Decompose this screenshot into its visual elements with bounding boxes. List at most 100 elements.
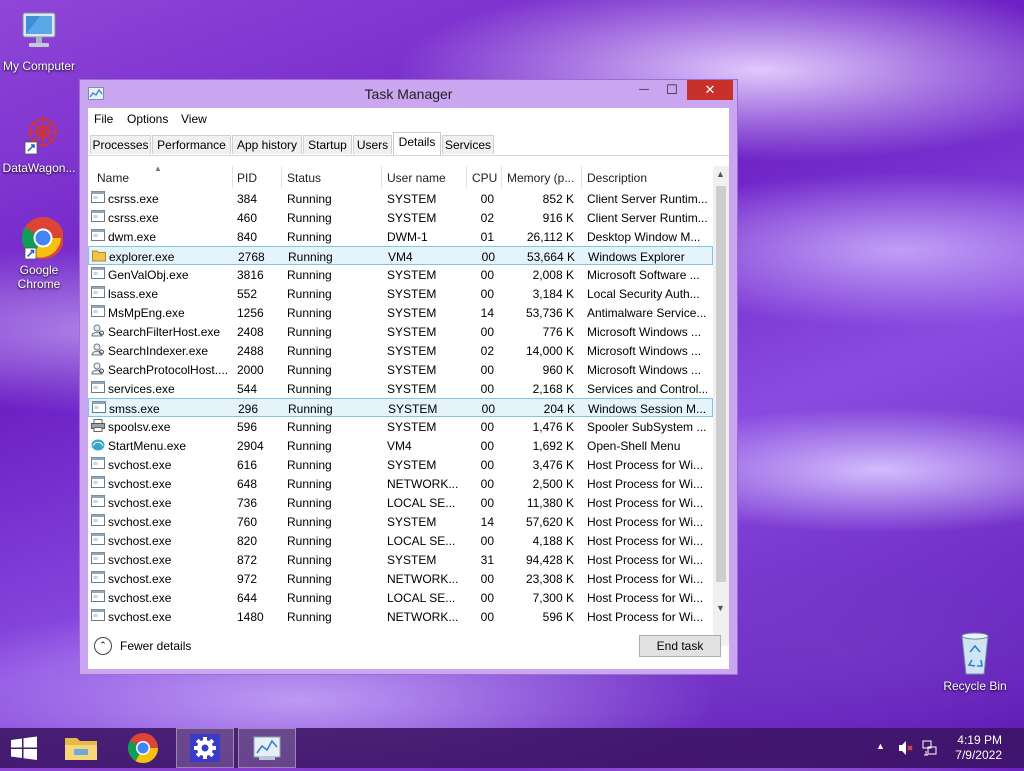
column-divider[interactable]: [501, 166, 502, 188]
generic-exe-icon: [91, 229, 105, 242]
taskbar-task-manager[interactable]: [238, 728, 296, 768]
tab-processes[interactable]: Processes: [90, 135, 151, 154]
taskbar-file-explorer[interactable]: [52, 728, 110, 768]
process-pid: 820: [237, 534, 258, 548]
desktop-icon-my-computer[interactable]: My Computer: [0, 10, 78, 73]
printer-icon: [91, 419, 105, 432]
vertical-scrollbar[interactable]: ▲ ▼: [713, 166, 729, 646]
system-clock[interactable]: 4:19 PM 7/9/2022: [955, 733, 1002, 763]
table-row[interactable]: svchost.exe 616 Running SYSTEM 00 3,476 K Host…: [88, 455, 713, 474]
table-row[interactable]: svchost.exe 1480 Running NETWORK... 00 596 K H…: [88, 607, 713, 626]
table-row[interactable]: smss.exe 296 Running SYSTEM 00 204 K Windows S…: [88, 398, 713, 417]
process-memory: 3,476 K: [532, 458, 574, 472]
table-row[interactable]: svchost.exe 760 Running SYSTEM 14 57,620 K Hos…: [88, 512, 713, 531]
start-button[interactable]: [0, 728, 48, 768]
column-divider[interactable]: [581, 166, 582, 188]
column-divider[interactable]: [232, 166, 233, 188]
table-row[interactable]: GenValObj.exe 3816 Running SYSTEM 00 2,008 K M…: [88, 265, 713, 284]
minimize-button[interactable]: —: [631, 80, 657, 100]
process-pid: 972: [237, 572, 258, 586]
column-header-memory[interactable]: Memory (p...: [507, 171, 574, 185]
folder-icon: [92, 249, 106, 262]
process-user-name: LOCAL SE...: [387, 591, 456, 605]
table-row[interactable]: csrss.exe 460 Running SYSTEM 02 916 K Client S…: [88, 208, 713, 227]
column-header-description[interactable]: Description: [587, 171, 647, 185]
column-divider[interactable]: [381, 166, 382, 188]
scrollbar-thumb[interactable]: [716, 186, 726, 582]
show-hidden-icons-chevron-icon[interactable]: ▲: [876, 741, 885, 751]
table-row[interactable]: services.exe 544 Running SYSTEM 00 2,168 K Ser…: [88, 379, 713, 398]
table-row[interactable]: SearchFilterHost.exe 2408 Running SYSTEM 00 7…: [88, 322, 713, 341]
column-header-user-name[interactable]: User name: [387, 171, 446, 185]
desktop-icon-google-chrome[interactable]: Google Chrome: [0, 214, 78, 291]
table-row[interactable]: lsass.exe 552 Running SYSTEM 00 3,184 K Local …: [88, 284, 713, 303]
column-header-pid[interactable]: PID: [237, 171, 257, 185]
table-row[interactable]: svchost.exe 872 Running SYSTEM 31 94,428 K Hos…: [88, 550, 713, 569]
table-row[interactable]: csrss.exe 384 Running SYSTEM 00 852 K Client S…: [88, 189, 713, 208]
process-pid: 760: [237, 515, 258, 529]
process-status: Running: [287, 382, 332, 396]
column-divider[interactable]: [466, 166, 467, 188]
process-description: Host Process for Wi...: [587, 591, 704, 605]
process-user-name: SYSTEM: [387, 515, 437, 529]
tab-users[interactable]: Users: [353, 135, 392, 154]
end-task-button[interactable]: End task: [639, 635, 721, 657]
process-memory: 1,476 K: [532, 420, 574, 434]
process-description: Microsoft Windows ...: [587, 363, 702, 377]
column-divider[interactable]: [281, 166, 282, 188]
fewer-details-label: Fewer details: [120, 639, 192, 653]
tab-app-history[interactable]: App history: [232, 135, 302, 154]
network-icon[interactable]: [921, 739, 939, 757]
volume-muted-icon[interactable]: [897, 739, 915, 757]
tab-performance[interactable]: Performance: [152, 135, 231, 154]
taskbar-google-chrome[interactable]: [114, 728, 172, 768]
table-row[interactable]: svchost.exe 972 Running NETWORK... 00 23,308 …: [88, 569, 713, 588]
scroll-down-arrow-icon[interactable]: ▼: [716, 603, 725, 613]
menu-view[interactable]: View: [181, 112, 207, 126]
maximize-button[interactable]: ☐: [659, 80, 685, 100]
table-row[interactable]: SearchProtocolHost.... 2000 Running SYSTEM 0…: [88, 360, 713, 379]
taskbar-settings[interactable]: [176, 728, 234, 768]
table-row[interactable]: svchost.exe 648 Running NETWORK... 00 2,500 K…: [88, 474, 713, 493]
generic-exe-icon: [91, 210, 105, 223]
column-header-cpu[interactable]: CPU: [472, 171, 497, 185]
process-description: Microsoft Windows ...: [587, 344, 702, 358]
close-button[interactable]: ✕: [687, 80, 733, 100]
process-pid: 2768: [238, 250, 265, 264]
column-header-status[interactable]: Status: [287, 171, 321, 185]
process-cpu: 02: [480, 211, 494, 225]
process-cpu: 02: [480, 344, 494, 358]
process-user-name: NETWORK...: [387, 477, 459, 491]
process-user-name: NETWORK...: [387, 610, 459, 624]
process-memory: 2,008 K: [532, 268, 574, 282]
table-row[interactable]: SearchIndexer.exe 2488 Running SYSTEM 02 14,0…: [88, 341, 713, 360]
table-row[interactable]: MsMpEng.exe 1256 Running SYSTEM 14 53,736 K An…: [88, 303, 713, 322]
table-row[interactable]: svchost.exe 644 Running LOCAL SE... 00 7,300 …: [88, 588, 713, 607]
menu-bar: File Options View: [88, 108, 729, 130]
column-header-name[interactable]: Name: [97, 171, 129, 185]
desktop-icon-datawagon[interactable]: DataWagon...: [0, 112, 78, 175]
tab-startup[interactable]: Startup: [303, 135, 352, 154]
process-pid: 460: [237, 211, 258, 225]
process-status: Running: [287, 268, 332, 282]
table-row[interactable]: dwm.exe 840 Running DWM-1 01 26,112 K Desktop …: [88, 227, 713, 246]
tab-services[interactable]: Services: [442, 135, 494, 154]
table-row[interactable]: svchost.exe 736 Running LOCAL SE... 00 11,380…: [88, 493, 713, 512]
menu-file[interactable]: File: [94, 112, 113, 126]
process-name: SearchProtocolHost....: [108, 363, 228, 377]
title-bar[interactable]: Task Manager — ☐ ✕: [80, 80, 737, 108]
process-description: Antimalware Service...: [587, 306, 707, 320]
table-row[interactable]: svchost.exe 820 Running LOCAL SE... 00 4,188 …: [88, 531, 713, 550]
process-name: csrss.exe: [108, 211, 159, 225]
process-cpu: 00: [480, 325, 494, 339]
tab-details[interactable]: Details: [393, 132, 441, 155]
table-row[interactable]: spoolsv.exe 596 Running SYSTEM 00 1,476 K Spoo…: [88, 417, 713, 436]
desktop-icon-recycle-bin[interactable]: Recycle Bin: [936, 630, 1014, 693]
desktop-icon-label: My Computer: [2, 59, 76, 73]
process-user-name: SYSTEM: [387, 458, 437, 472]
table-row[interactable]: explorer.exe 2768 Running VM4 00 53,664 K Wind…: [88, 246, 713, 265]
process-description: Host Process for Wi...: [587, 496, 704, 510]
scroll-up-arrow-icon[interactable]: ▲: [716, 169, 725, 179]
table-row[interactable]: StartMenu.exe 2904 Running VM4 00 1,692 K Open…: [88, 436, 713, 455]
menu-options[interactable]: Options: [127, 112, 168, 126]
